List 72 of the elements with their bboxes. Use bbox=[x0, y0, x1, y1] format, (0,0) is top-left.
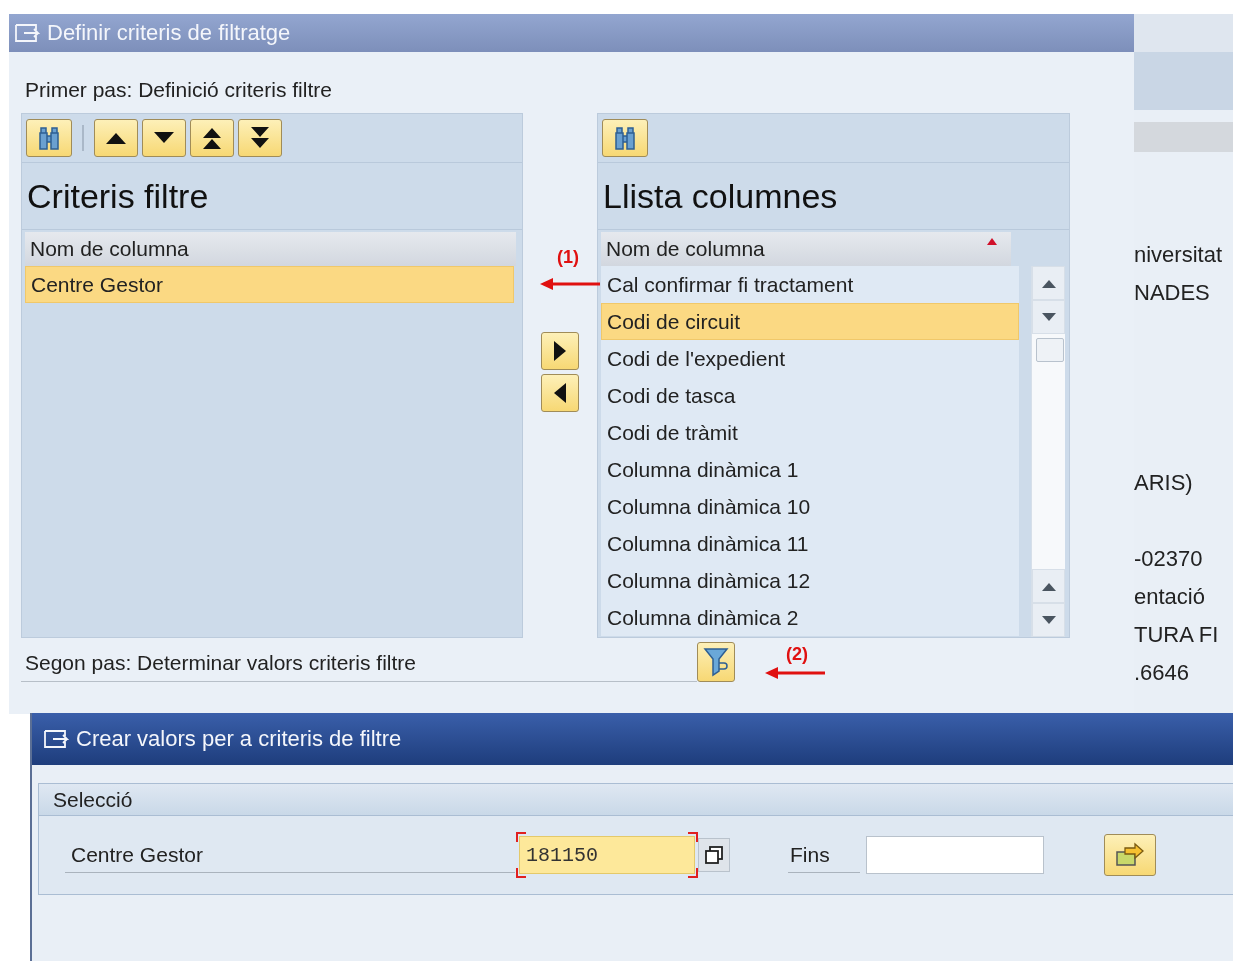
column-header-text: Nom de columna bbox=[606, 236, 765, 262]
corner-bracket bbox=[516, 832, 526, 842]
annotation-label: (2) bbox=[786, 644, 808, 665]
list-row[interactable]: Codi de tràmit bbox=[601, 414, 1019, 451]
remove-criterion-button[interactable] bbox=[541, 374, 579, 412]
panel-title: Criteris filtre bbox=[22, 163, 522, 230]
step-label: Segon pas: Determinar valors criteris filtre bbox=[21, 645, 697, 682]
caret-down-icon bbox=[1040, 312, 1057, 322]
double-triangle-down-icon bbox=[248, 126, 272, 150]
annotation-arrow bbox=[765, 667, 825, 679]
triangle-up-icon bbox=[104, 131, 128, 145]
list-row[interactable]: Codi de l'expedient bbox=[601, 340, 1019, 377]
copy-icon bbox=[704, 845, 724, 865]
background-text: .6646 bbox=[1134, 659, 1191, 687]
find-button[interactable] bbox=[26, 119, 72, 157]
caret-down-icon bbox=[1040, 615, 1057, 625]
list-row[interactable]: Columna dinàmica 2 bbox=[601, 599, 1019, 636]
move-up-button[interactable] bbox=[94, 119, 138, 157]
list-row[interactable]: Columna dinàmica 11 bbox=[601, 525, 1019, 562]
double-triangle-up-icon bbox=[200, 126, 224, 150]
move-down-button[interactable] bbox=[142, 119, 186, 157]
binoculars-icon bbox=[613, 125, 637, 151]
background-text: -02370 bbox=[1134, 545, 1204, 573]
from-input-field[interactable]: 181150 bbox=[519, 836, 695, 874]
scrollbar[interactable] bbox=[1031, 266, 1065, 637]
column-header-text: Nom de columna bbox=[30, 236, 189, 262]
background-text: entació bbox=[1134, 583, 1206, 611]
move-bottom-button[interactable] bbox=[238, 119, 282, 157]
list-row[interactable]: Columna dinàmica 10 bbox=[601, 488, 1019, 525]
column-header[interactable]: Nom de columna bbox=[601, 232, 1011, 266]
annotation-arrow bbox=[540, 278, 600, 290]
sort-ascending-icon bbox=[987, 238, 997, 245]
triangle-down-icon bbox=[152, 131, 176, 145]
background-text: TURA FI bbox=[1134, 621, 1220, 649]
field-label: Centre Gestor bbox=[65, 837, 515, 873]
window-icon bbox=[13, 22, 41, 44]
list-row[interactable]: Cal confirmar fi tractament bbox=[601, 266, 1019, 303]
page-up-button[interactable] bbox=[1032, 569, 1065, 603]
list-row[interactable]: Centre Gestor bbox=[25, 266, 514, 303]
list-row[interactable]: Columna dinàmica 1 bbox=[601, 451, 1019, 488]
window-icon bbox=[42, 728, 70, 750]
triangle-left-icon bbox=[553, 382, 567, 404]
binoculars-icon bbox=[37, 125, 61, 151]
funnel-icon bbox=[703, 647, 729, 677]
scroll-thumb[interactable] bbox=[1036, 338, 1064, 362]
list-row[interactable]: Columna dinàmica 12 bbox=[601, 562, 1019, 599]
caret-up-icon bbox=[1040, 581, 1057, 591]
page-down-button[interactable] bbox=[1032, 603, 1065, 637]
window-title: Crear valors per a criteris de filtre bbox=[76, 726, 402, 752]
step-label: Primer pas: Definició criteris filtre bbox=[25, 78, 333, 103]
field-label: Fins bbox=[788, 837, 860, 873]
find-button[interactable] bbox=[602, 119, 648, 157]
annotation-label: (1) bbox=[557, 247, 579, 268]
list-row[interactable]: Codi de circuit bbox=[601, 303, 1019, 340]
triangle-right-icon bbox=[553, 340, 567, 362]
to-input-field[interactable] bbox=[866, 836, 1044, 874]
add-criterion-button[interactable] bbox=[541, 332, 579, 370]
group-header: Selecció bbox=[39, 784, 1233, 816]
move-top-button[interactable] bbox=[190, 119, 234, 157]
column-header[interactable]: Nom de columna bbox=[25, 232, 516, 266]
corner-bracket bbox=[516, 868, 526, 878]
caret-up-icon bbox=[1040, 278, 1057, 288]
panel-title: Llista columnes bbox=[598, 163, 1069, 230]
list-row[interactable]: Codi de tasca bbox=[601, 377, 1019, 414]
arrow-box-icon bbox=[1115, 842, 1145, 868]
background-text: NADES bbox=[1134, 279, 1211, 307]
background-text: niversitat bbox=[1134, 241, 1224, 269]
scroll-up-button[interactable] bbox=[1032, 266, 1065, 300]
scroll-down-button[interactable] bbox=[1032, 300, 1065, 334]
filter-button[interactable] bbox=[697, 642, 735, 682]
window-title: Definir criteris de filtratge bbox=[47, 20, 291, 46]
background-text: ARIS) bbox=[1134, 469, 1194, 497]
